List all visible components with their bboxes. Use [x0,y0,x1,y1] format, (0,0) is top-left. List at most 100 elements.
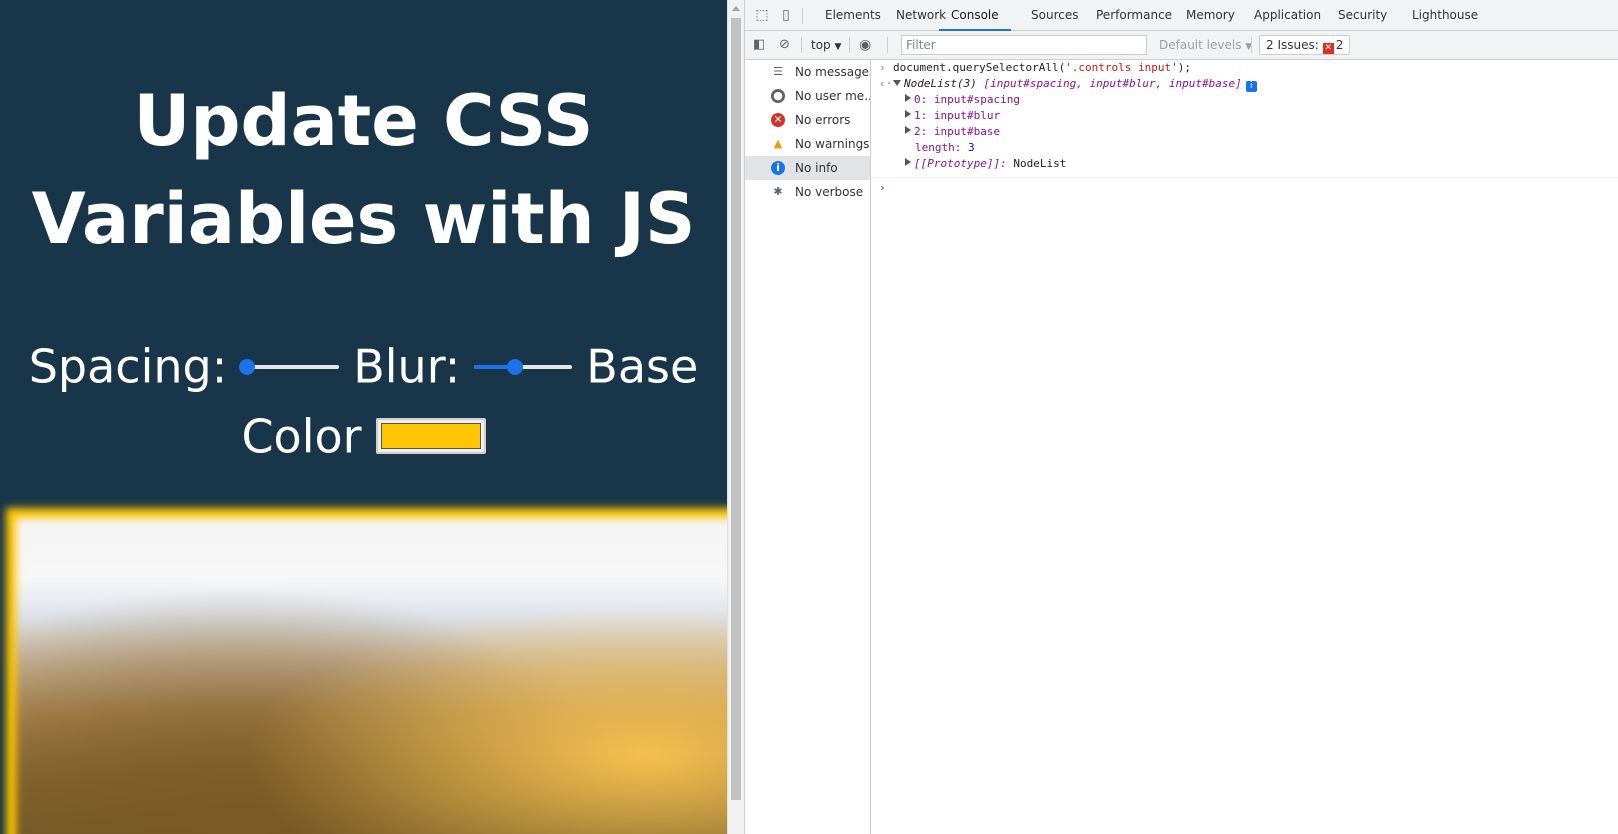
sidebar-item-warnings[interactable]: ▲ No warnings [745,132,870,156]
input-chevron-icon: › [879,61,886,74]
tab-console[interactable]: Console [939,0,1011,31]
inspect-element-icon[interactable]: ⬚ [753,6,771,24]
devtools-tab-bar: ⬚ ▯ Elements Network Console Sources Per… [745,0,1618,31]
sidebar-item-label: No verbose [795,185,864,199]
page-title-line1: Update CSS [133,80,594,162]
tab-elements[interactable]: Elements [825,0,881,30]
console-command: document.querySelectorAll('.controls inp… [893,60,1191,76]
prototype-value: NodeList [1013,157,1067,170]
prototype-key: [[Prototype]]: [914,157,1007,170]
issues-button[interactable]: 2 Issues: ✕ 2 [1259,35,1351,55]
result-preview: [input#spacing, input#blur, input#base] [983,77,1242,90]
length-value: 3 [967,141,975,154]
tab-application[interactable]: Application [1254,0,1321,30]
nodelist-item-content: 1: input#blur [905,108,1000,124]
expand-down-icon [893,80,901,86]
sidebar-item-label: No warnings [795,137,870,151]
base-color-label-line1: Base [586,339,699,394]
scroll-up-arrow-icon[interactable] [732,6,740,11]
command-argument: '.controls input' [1065,61,1178,74]
tab-security[interactable]: Security [1338,0,1387,30]
toolbar-divider [802,8,803,24]
devtools-panel: ⬚ ▯ Elements Network Console Sources Per… [744,0,1618,834]
spacing-label: Spacing: [28,339,228,394]
item-value: input#blur [933,109,1001,122]
bug-icon: ✱ [773,185,783,198]
list-icon: ☰ [773,65,783,78]
tab-sources[interactable]: Sources [1031,0,1078,30]
scrollbar-thumb[interactable] [731,18,741,800]
tab-performance[interactable]: Performance [1096,0,1172,30]
blurred-photo-frame [6,508,727,834]
filter-input[interactable] [901,35,1147,55]
prompt-chevron-icon: › [879,181,886,194]
device-toolbar-icon[interactable]: ▯ [777,6,795,24]
command-prefix: document.querySelectorAll( [893,61,1066,74]
blurred-photo [16,518,727,834]
error-icon: ✕ [771,113,785,127]
context-selector[interactable]: top ▼ [811,36,841,54]
expand-right-icon [905,110,911,118]
slider-thumb[interactable] [507,358,524,375]
tab-memory[interactable]: Memory [1186,0,1235,30]
expand-right-icon [905,158,911,166]
log-levels-dropdown[interactable]: Default levels ▼ [1159,36,1252,54]
dropdown-arrow-icon: ▼ [834,42,842,52]
console-output[interactable]: › document.querySelectorAll('.controls i… [871,60,1618,834]
blur-slider[interactable] [474,358,573,376]
info-icon: i [771,161,785,175]
result-summary[interactable]: NodeList(3) [input#spacing, input#blur, … [893,76,1257,92]
console-sidebar: ☰ No messages ● No user me... ✕ No error… [745,60,871,834]
page-title: Update CSS Variables with JS [0,72,727,268]
log-levels-label: Default levels [1159,38,1242,52]
nodelist-length-content: length: 3 [915,140,975,156]
spacing-slider[interactable] [239,358,340,376]
context-label: top [811,38,831,52]
toolbar-divider [849,37,850,53]
sidebar-item-label: No messages [795,65,870,79]
toolbar-divider [1251,37,1252,53]
page-scrollbar[interactable] [727,0,744,834]
warning-icon: ▲ [773,137,783,150]
sidebar-item-user-messages[interactable]: ● No user me... [745,84,870,108]
command-suffix: ); [1177,61,1192,74]
sidebar-item-info[interactable]: i No info [745,156,870,180]
controls: Spacing: Blur: Base Color [10,330,717,469]
toolbar-divider [887,37,888,53]
result-arrow-icon: ‹· [879,77,893,90]
result-head: NodeList(3) [904,77,977,90]
item-key: 1: [914,109,928,122]
clear-console-icon[interactable]: ⊘ [779,36,790,54]
toolbar-divider [801,37,802,53]
item-value: input#spacing [933,93,1020,106]
tab-lighthouse[interactable]: Lighthouse [1412,0,1478,30]
item-key: 0: [914,93,928,106]
base-color-picker[interactable] [375,418,486,454]
expand-right-icon [905,94,911,102]
sidebar-toggle-icon[interactable]: ◧ [753,36,765,54]
item-value: input#base [933,125,1001,138]
page-title-line2: Variables with JS [31,178,696,260]
blur-label: Blur: [353,339,461,394]
sidebar-item-label: No info [795,161,838,175]
live-expression-eye-icon[interactable]: ◉ [859,36,871,54]
console-divider [871,177,1618,178]
sidebar-item-errors[interactable]: ✕ No errors [745,108,870,132]
color-swatch [380,423,481,449]
console-toolbar: ◧ ⊘ top ▼ ◉ Default levels ▼ 2 Issues:✕2 [745,31,1618,60]
issues-label: 2 Issues: [1266,38,1319,52]
prototype-content: [[Prototype]]: NodeList [905,156,1066,172]
nodelist-item-content: 0: input#spacing [905,92,1020,108]
item-key: 2: [914,125,928,138]
user-icon: ● [771,89,785,103]
length-key: length: [915,141,962,154]
web-page-viewport: Update CSS Variables with JS Spacing: Blu… [0,0,727,834]
slider-track [241,364,340,369]
slider-thumb[interactable] [239,358,256,375]
issues-count: 2 [1335,38,1344,52]
sidebar-item-verbose[interactable]: ✱ No verbose [745,180,870,204]
sidebar-item-messages[interactable]: ☰ No messages [745,60,870,84]
error-badge-icon: ✕ [1322,43,1334,54]
info-badge-icon[interactable]: i [1245,81,1257,92]
sidebar-item-label: No errors [795,113,851,127]
